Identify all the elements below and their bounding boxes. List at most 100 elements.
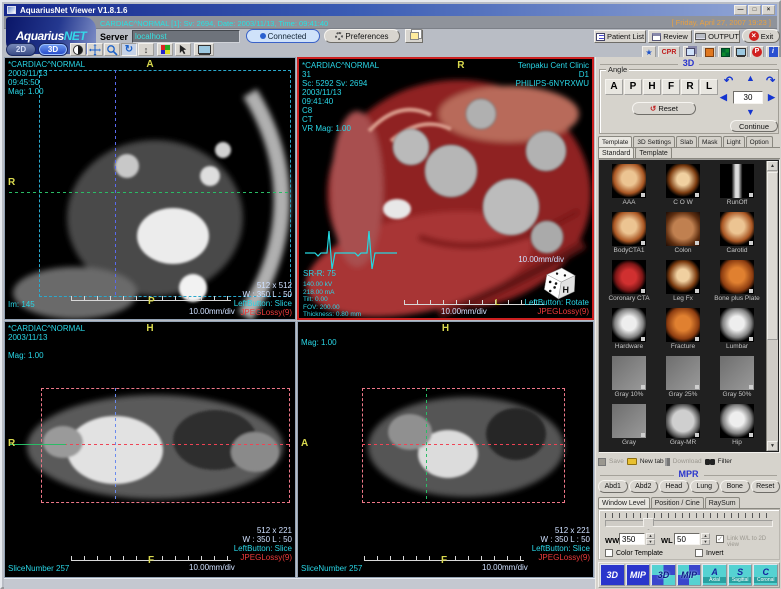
- pointer-tool-button[interactable]: [175, 43, 191, 56]
- exit-button[interactable]: × Exit: [742, 29, 780, 43]
- ww-input[interactable]: [619, 533, 645, 545]
- wl-spinner[interactable]: ▲▼: [701, 533, 710, 545]
- template-item[interactable]: BodyCTA1: [602, 211, 656, 259]
- folder-icon[interactable]: [627, 458, 637, 465]
- tab-option[interactable]: Option: [746, 136, 773, 147]
- scroll-down-button[interactable]: ▼: [767, 441, 778, 451]
- rotate-down-button[interactable]: ▼: [746, 107, 755, 117]
- link-wl-checkbox[interactable]: ✓: [716, 535, 724, 543]
- invert-checkbox[interactable]: [695, 549, 703, 557]
- view-sagittal-button[interactable]: S Sagittal: [728, 564, 753, 586]
- view-3d-button[interactable]: 3D: [600, 564, 625, 586]
- review-button[interactable]: Review: [648, 30, 692, 43]
- template-item[interactable]: Bone plus Plate: [710, 259, 764, 307]
- rotate-up-button[interactable]: ▲: [746, 73, 755, 83]
- continue-button[interactable]: Continue: [730, 120, 778, 132]
- maximize-button[interactable]: □: [748, 5, 761, 15]
- copy-layout-button[interactable]: [405, 29, 423, 43]
- preset-abd2[interactable]: Abd2: [629, 480, 659, 493]
- mode-3d-button[interactable]: 3D: [38, 43, 68, 56]
- close-button[interactable]: ×: [762, 5, 775, 15]
- template-item[interactable]: AAA: [602, 163, 656, 211]
- angle-button-a[interactable]: A: [605, 79, 623, 95]
- ww-spinner[interactable]: ▲▼: [646, 533, 655, 545]
- tab-raysum[interactable]: RaySum: [705, 497, 740, 508]
- slice-scroll-button[interactable]: ↕: [138, 43, 154, 56]
- window-level-slider[interactable]: [605, 520, 773, 527]
- tab-3d-settings[interactable]: 3D Settings: [633, 136, 675, 147]
- connected-button[interactable]: Connected: [246, 29, 320, 43]
- contrast-tool-button[interactable]: [70, 43, 86, 56]
- rotate-tool-button[interactable]: ↻: [121, 43, 137, 56]
- preferences-button[interactable]: Preferences: [324, 29, 400, 43]
- template-item[interactable]: Leg Fx: [656, 259, 710, 307]
- viewport-3d-vr[interactable]: *CARDIAC^NORMAL 31 Sc: 5292 Sv: 2694 200…: [297, 57, 594, 320]
- pin-icon[interactable]: [667, 458, 670, 466]
- tab-position-cine[interactable]: Position / Cine: [651, 497, 704, 508]
- axial-plane-line[interactable]: [362, 444, 565, 445]
- color-template-button[interactable]: [157, 43, 173, 56]
- viewport-axial[interactable]: *CARDIAC^NORMAL 2003/11/13 09:45:50 Mag:…: [4, 57, 296, 320]
- subtab-standard[interactable]: Standard: [598, 147, 634, 158]
- scroll-up-button[interactable]: ▲: [767, 161, 778, 171]
- template-item[interactable]: Gray-MR: [656, 403, 710, 451]
- view-coronal-button[interactable]: C Coronal: [753, 564, 778, 586]
- new-tab-label[interactable]: New tab: [640, 458, 664, 465]
- rotate-left-button[interactable]: ◀: [720, 92, 727, 103]
- view-mip-quad-button[interactable]: MIP: [677, 564, 702, 586]
- gallery-scrollbar[interactable]: ▲ ▼: [766, 161, 778, 451]
- template-item[interactable]: Colon: [656, 211, 710, 259]
- sagittal-plane-line[interactable]: [115, 388, 116, 503]
- tab-window-level[interactable]: Window Level: [598, 497, 650, 508]
- tab-slab[interactable]: Slab: [676, 136, 697, 147]
- preset-reset[interactable]: Reset: [751, 480, 781, 493]
- angle-step-input[interactable]: [733, 91, 763, 104]
- preset-bone[interactable]: Bone: [720, 480, 750, 493]
- template-item[interactable]: Coronary CTA: [602, 259, 656, 307]
- view-mip-button[interactable]: MIP: [626, 564, 651, 586]
- rotate-ccw-button[interactable]: ↶: [724, 74, 733, 87]
- template-item[interactable]: Gray 50%: [710, 355, 764, 403]
- template-item[interactable]: Carotid: [710, 211, 764, 259]
- template-item[interactable]: Fracture: [656, 307, 710, 355]
- viewport-sagittal[interactable]: Mag: 1.00 H A SliceNumber 257 F 10.00mm/…: [297, 321, 594, 578]
- rotate-cw-button[interactable]: ↷: [766, 74, 775, 87]
- angle-reset-button[interactable]: ↺ Reset: [632, 102, 696, 115]
- template-item[interactable]: C O W: [656, 163, 710, 211]
- template-item[interactable]: Gray 25%: [656, 355, 710, 403]
- template-item[interactable]: Lumbar: [710, 307, 764, 355]
- slider-thumb[interactable]: [643, 518, 654, 530]
- server-input[interactable]: [132, 30, 240, 43]
- template-item[interactable]: Hip: [710, 403, 764, 451]
- coronal-plane-line[interactable]: [426, 388, 427, 503]
- angle-button-h[interactable]: H: [643, 79, 661, 95]
- patient-list-button[interactable]: Patient List: [594, 30, 646, 43]
- tab-template[interactable]: Template: [598, 136, 632, 147]
- pan-tool-button[interactable]: [87, 43, 103, 56]
- angle-button-p[interactable]: P: [624, 79, 642, 95]
- template-item[interactable]: RunOff: [710, 163, 764, 211]
- binoculars-icon[interactable]: [705, 459, 715, 465]
- angle-button-r[interactable]: R: [681, 79, 699, 95]
- viewport-coronal[interactable]: *CARDIAC^NORMAL 2003/11/13 Mag: 1.00 H R…: [4, 321, 296, 578]
- angle-button-l[interactable]: L: [700, 79, 718, 95]
- template-item[interactable]: Gray 10%: [602, 355, 656, 403]
- preset-lung[interactable]: Lung: [690, 480, 720, 493]
- template-item[interactable]: Gray: [602, 403, 656, 451]
- preset-head[interactable]: Head: [659, 480, 689, 493]
- view-3d-quad-button[interactable]: 3D: [651, 564, 676, 586]
- save-icon[interactable]: [598, 458, 606, 466]
- filter-label[interactable]: Filter: [718, 458, 732, 465]
- mode-2d-button[interactable]: 2D: [6, 43, 36, 56]
- sagittal-plane-line[interactable]: [115, 70, 116, 297]
- wl-input[interactable]: [674, 533, 700, 545]
- template-item[interactable]: Hardware: [602, 307, 656, 355]
- display-layout-button[interactable]: [194, 43, 214, 56]
- color-template-checkbox[interactable]: [605, 549, 613, 557]
- coronal-plane-line[interactable]: [9, 192, 291, 193]
- angle-button-f[interactable]: F: [662, 79, 680, 95]
- output-button[interactable]: OUTPUT: [694, 30, 740, 43]
- zoom-tool-button[interactable]: [104, 43, 120, 56]
- rotate-right-button[interactable]: ▶: [768, 92, 775, 103]
- view-axial-button[interactable]: A Axial: [702, 564, 727, 586]
